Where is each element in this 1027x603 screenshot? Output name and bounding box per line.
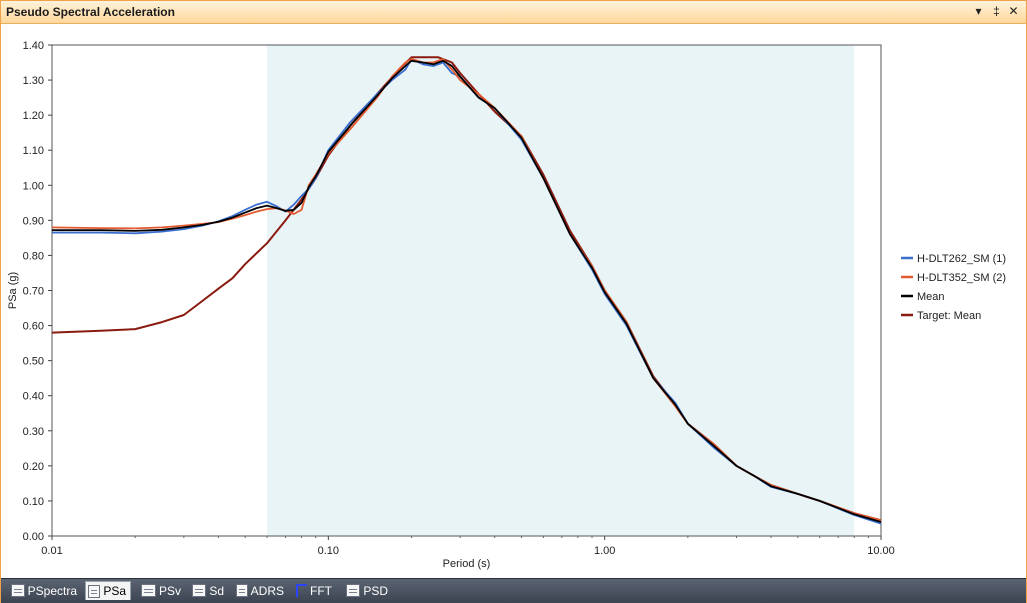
tab-label: PSD: [363, 583, 388, 598]
tab-sd[interactable]: Sd: [190, 581, 228, 600]
tab-label: PSa: [103, 584, 126, 598]
y-tick-label: 0.30: [23, 426, 44, 438]
psa-chart: 0.00 0.10 0.20 0.30 0.40 0.50 0.60 0.70 0.80 0.90…: [7, 40, 1006, 570]
y-axis-label: PSa (g): [7, 272, 19, 309]
legend-label: H-DLT262_SM (1): [917, 253, 1006, 265]
tab-label: Sd: [209, 583, 224, 598]
x-axis-label: Period (s): [443, 558, 491, 570]
y-tick-label: 1.30: [23, 75, 44, 87]
legend-label: H-DLT352_SM (2): [917, 272, 1006, 284]
x-tick-label: 0.10: [318, 545, 339, 557]
tab-label: PSpectra: [27, 583, 77, 598]
close-icon[interactable]: ✕: [1006, 3, 1021, 19]
dropdown-icon[interactable]: ▾: [971, 3, 986, 19]
tab-label: ADRS: [250, 583, 284, 598]
y-tick-label: 1.00: [23, 180, 44, 192]
tab-label: FFT: [310, 583, 332, 598]
tab-adrs[interactable]: ADRS: [234, 581, 288, 600]
psd-icon: [346, 584, 361, 597]
fft-icon: [296, 584, 307, 597]
pin-icon[interactable]: ‡: [989, 3, 1004, 19]
title-bar: Pseudo Spectral Acceleration ▾ ‡ ✕: [1, 1, 1026, 24]
y-tick-label: 0.00: [23, 531, 44, 543]
psa-icon: [88, 584, 101, 598]
x-tick-label: 10.00: [867, 545, 895, 557]
window-title: Pseudo Spectral Acceleration: [6, 5, 175, 19]
y-tick-label: 0.70: [23, 286, 44, 298]
x-tick-label: 1.00: [594, 545, 615, 557]
y-tick-label: 0.90: [23, 215, 44, 227]
y-tick-label: 0.10: [23, 496, 44, 508]
adrs-icon: [236, 584, 248, 597]
view-tab-bar: PSpectra PSa PSv Sd ADRS FFT PSD: [1, 578, 1026, 603]
tab-psa[interactable]: PSa: [85, 581, 131, 600]
y-tick-label: 0.40: [23, 391, 44, 403]
tab-psd[interactable]: PSD: [344, 581, 392, 600]
chart-window: Pseudo Spectral Acceleration ▾ ‡ ✕ 0.00 0…: [0, 0, 1027, 603]
spectra-icon: [11, 584, 25, 597]
tab-fft[interactable]: FFT: [294, 581, 336, 600]
sd-icon: [192, 584, 207, 597]
tab-label: PSv: [158, 583, 181, 598]
y-tick-label: 0.50: [23, 356, 44, 368]
y-tick-label: 0.60: [23, 321, 44, 333]
legend-label: Mean: [917, 291, 945, 303]
tab-psv[interactable]: PSv: [139, 581, 185, 600]
y-tick-label: 0.80: [23, 250, 44, 262]
psv-icon: [141, 584, 156, 597]
x-tick-label: 0.01: [41, 545, 62, 557]
tab-pspectra[interactable]: PSpectra: [9, 581, 81, 600]
y-tick-label: 1.40: [23, 40, 44, 52]
y-tick-label: 1.10: [23, 145, 44, 157]
y-tick-label: 0.20: [23, 461, 44, 473]
legend-label: Target: Mean: [917, 310, 981, 322]
y-tick-label: 1.20: [23, 110, 44, 122]
